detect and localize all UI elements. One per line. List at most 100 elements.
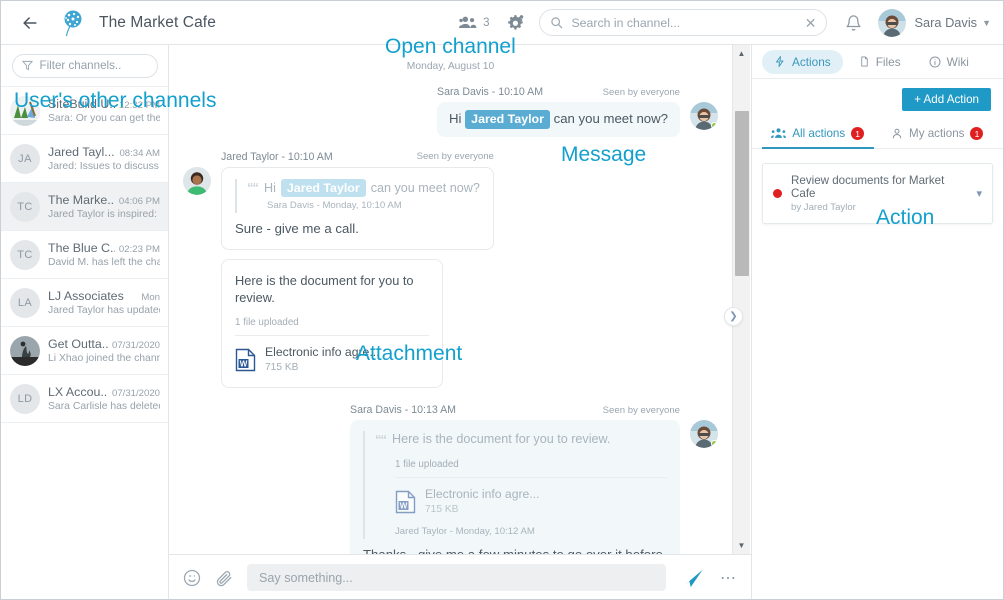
bell-icon[interactable] xyxy=(845,14,862,32)
file-count: 1 file uploaded xyxy=(395,458,459,470)
tab-label: Wiki xyxy=(946,54,969,69)
message-author: Jared Taylor - 10:10 AM xyxy=(221,150,333,163)
channel-preview: Jared: Issues to discuss ... xyxy=(48,161,160,172)
back-button[interactable] xyxy=(17,10,43,36)
message-bubble[interactable]: ““ Hi Jared Taylor can you meet now? Sar… xyxy=(221,166,494,251)
seen-status: Seen by everyone xyxy=(416,151,494,163)
user-menu[interactable]: Sara Davis ▼ xyxy=(878,8,991,37)
divider xyxy=(235,334,429,336)
svg-text:W: W xyxy=(240,359,248,368)
tab-label: Actions xyxy=(792,54,831,69)
sidebar-item-channel[interactable]: SiteBuild U... 12:32 PM Sara: Or you can g… xyxy=(1,87,168,135)
attachment-message[interactable]: Here is the document for you to review. … xyxy=(221,259,443,389)
sidebar-item-channel[interactable]: LA LJ Associates Mon Jared Taylor has updat… xyxy=(1,279,168,327)
avatar xyxy=(10,335,40,366)
channel-time: 08:34 AM xyxy=(119,148,160,159)
tab-label: Files xyxy=(875,54,901,69)
message-body: Sure - give me a call. xyxy=(235,221,359,237)
filter-channels-input[interactable]: Filter channels.. xyxy=(11,53,158,78)
mention-chip[interactable]: Jared Taylor xyxy=(465,110,550,129)
quote-meta: Sara Davis - Monday, 10:10 AM xyxy=(267,200,402,212)
filter-placeholder: Filter channels.. xyxy=(39,59,122,72)
day-separator: Monday, August 10 xyxy=(406,61,495,72)
channel-time: 07/31/2020 xyxy=(111,340,160,351)
message-scrollbar[interactable]: ▲ ▼ ❯ xyxy=(724,45,750,554)
tab-actions[interactable]: Actions xyxy=(762,49,843,74)
panel-tabs: Actions Files Wiki xyxy=(752,45,1003,79)
channel-name: The Marke... xyxy=(48,193,115,207)
chevron-right-icon[interactable]: ❯ xyxy=(724,307,743,326)
avatar xyxy=(690,420,718,449)
tab-files[interactable]: Files xyxy=(847,50,913,74)
gear-icon[interactable] xyxy=(505,13,525,33)
channel-name: SiteBuild U... xyxy=(48,97,115,111)
chevron-down-icon[interactable]: ▾ xyxy=(970,187,982,200)
message-input[interactable] xyxy=(247,564,666,591)
add-action-row: + Add Action xyxy=(752,79,1003,119)
search-icon xyxy=(550,16,563,29)
chevron-down-icon: ▼ xyxy=(982,17,991,28)
mention-chip: Jared Taylor xyxy=(280,178,366,198)
search-box[interactable]: ✕ xyxy=(539,9,828,36)
sidebar-item-channel[interactable]: JA Jared Tayl... 08:34 AM Jared: Issues to … xyxy=(1,135,168,183)
message-text-after: can you meet now? xyxy=(553,111,668,126)
channel-time: 07/31/2020 xyxy=(111,388,160,399)
status-badge xyxy=(773,189,782,198)
members-button[interactable]: 3 xyxy=(459,15,489,30)
sidebar-item-channel[interactable]: Get Outta... 07/31/2020 Li Xhao joined the… xyxy=(1,327,168,375)
action-filter-tabs: All actions 1 My actions 1 xyxy=(752,119,1003,149)
sidebar-item-channel[interactable]: TC The Marke... 04:06 PM Jared Taylor is in… xyxy=(1,183,168,231)
attachment-item[interactable]: W Electronic info agre... 715 KB xyxy=(375,486,667,517)
avatar: TC xyxy=(10,239,40,270)
quote-icon: ““ xyxy=(247,180,259,196)
quoted-message: ““ Hi Jared Taylor can you meet now? Sar… xyxy=(235,178,480,214)
chat-application: The Market Cafe 3 ✕ xyxy=(0,0,1004,600)
add-action-button[interactable]: + Add Action xyxy=(902,87,991,111)
action-card[interactable]: Review documents for Market Cafe by Jare… xyxy=(762,163,993,224)
channel-name: The Blue C... xyxy=(48,241,115,255)
close-icon[interactable]: ✕ xyxy=(801,16,817,30)
chat-area: Monday, August 10 Sara Davis - 10:10 AM … xyxy=(169,45,751,599)
send-icon[interactable] xyxy=(682,567,704,589)
message-author: Sara Davis - 10:13 AM xyxy=(350,404,456,417)
attachment-item[interactable]: W Electronic info agre... 715 KB xyxy=(235,344,429,375)
paperclip-icon[interactable] xyxy=(215,569,233,587)
ellipsis-icon[interactable]: ⋯ xyxy=(720,568,737,588)
word-doc-icon: W xyxy=(235,348,256,372)
message-item: Sara Davis - 10:10 AM Seen by everyone H… xyxy=(183,86,718,137)
quote-icon: ““ xyxy=(375,432,387,448)
message-item: Jared Taylor - 10:10 AM Seen by everyone… xyxy=(183,151,718,389)
triangle-up-icon[interactable]: ▲ xyxy=(733,45,750,62)
word-doc-icon: W xyxy=(395,490,416,514)
person-icon xyxy=(891,127,903,140)
message-meta: Sara Davis - 10:13 AM Seen by everyone xyxy=(350,404,680,416)
quote-text: Here is the document for you to review. xyxy=(392,432,611,447)
file-name: Electronic info agre... xyxy=(265,344,380,359)
message-composer: ⋯ xyxy=(169,554,751,599)
triangle-down-icon[interactable]: ▼ xyxy=(733,537,750,554)
channel-preview: Jared Taylor is inspired: "... xyxy=(48,209,160,220)
message-bubble[interactable]: Hi Jared Taylor can you meet now? xyxy=(437,102,680,137)
emoji-icon[interactable] xyxy=(183,569,201,587)
avatar: TC xyxy=(10,191,40,222)
message-meta: Jared Taylor - 10:10 AM Seen by everyone xyxy=(221,151,494,163)
message-bubble[interactable]: ““ Here is the document for you to revie… xyxy=(350,420,680,554)
scrollbar-thumb[interactable] xyxy=(735,111,749,276)
message-meta: Sara Davis - 10:10 AM Seen by everyone xyxy=(437,86,680,98)
funnel-icon xyxy=(21,60,33,71)
sidebar-item-channel[interactable]: TC The Blue C... 02:23 PM David M. has left… xyxy=(1,231,168,279)
channel-preview: Li Xhao joined the channel xyxy=(48,353,160,364)
channel-name: Jared Tayl... xyxy=(48,145,115,159)
svg-text:W: W xyxy=(400,501,408,510)
tab-wiki[interactable]: Wiki xyxy=(917,50,981,74)
quoted-message: ““ Here is the document for you to revie… xyxy=(363,431,667,540)
seen-status: Seen by everyone xyxy=(602,404,680,416)
channel-preview: Sara: Or you can get the ... xyxy=(48,113,160,124)
tab-my-actions[interactable]: My actions 1 xyxy=(878,119,998,148)
lightning-icon xyxy=(774,55,786,68)
tab-all-actions[interactable]: All actions 1 xyxy=(758,119,878,149)
filter-row: Filter channels.. xyxy=(1,45,168,87)
action-author: by Jared Taylor xyxy=(791,202,856,213)
search-input[interactable] xyxy=(563,15,801,30)
sidebar-item-channel[interactable]: LD LX Accou... 07/31/2020 Sara Carlisle has… xyxy=(1,375,168,423)
